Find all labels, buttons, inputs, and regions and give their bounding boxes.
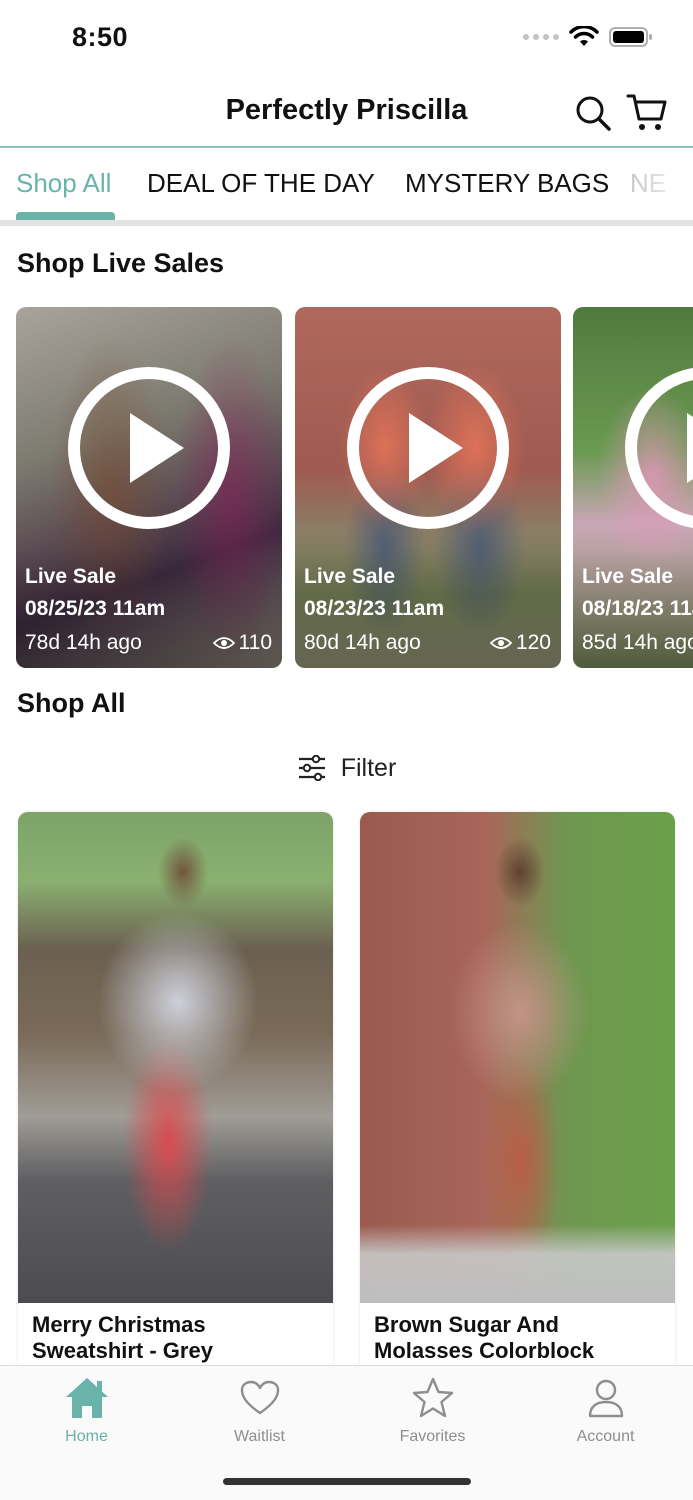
product-name[interactable]: Merry Christmas Sweatshirt - Grey [32,1312,322,1364]
play-icon[interactable] [347,367,509,529]
views-count: 110 [238,631,272,654]
filter-button[interactable]: Filter [0,748,693,788]
nav-waitlist[interactable]: Waitlist [173,1374,346,1446]
wifi-icon [569,26,599,46]
cart-button[interactable] [626,92,668,134]
live-sales-carousel[interactable]: Live Sale 08/25/23 11am 78d 14h ago 110 … [16,307,693,668]
live-sale-date: 08/23/23 11am [304,597,445,620]
battery-icon [609,27,652,47]
live-sale-label: Live Sale [304,565,396,588]
play-icon[interactable] [68,367,230,529]
status-icons [523,26,653,48]
heart-icon [240,1380,279,1415]
cart-icon [626,94,667,130]
nav-home[interactable]: Home [0,1374,173,1446]
nav-favorites-label: Favorites [399,1428,466,1445]
shop-all-title: Shop All [17,688,126,718]
cellular-signal-icon [523,34,559,40]
filter-icon [298,755,325,781]
live-sale-card[interactable]: Live Sale 08/25/23 11am 78d 14h ago 110 [16,307,282,668]
views-count: 120 [515,631,551,654]
live-sale-ago: 85d 14h ago [582,631,693,654]
live-sale-card[interactable]: Live Sale 08/18/23 11am 85d 14h ago [573,307,693,668]
product-card[interactable]: Merry Christmas Sweatshirt - Grey [18,812,333,1412]
search-icon [576,96,611,131]
nav-home-label: Home [65,1428,108,1445]
active-tab-indicator [16,212,115,220]
nav-account-label: Account [576,1428,635,1445]
nav-account[interactable]: Account [519,1374,692,1446]
status-time: 8:50 [72,22,129,52]
live-sale-ago: 80d 14h ago [304,631,421,654]
status-bar: 8:50 [0,0,693,78]
star-icon [412,1377,453,1418]
product-card[interactable]: Brown Sugar And Molasses Colorblock [360,812,675,1412]
live-sale-label: Live Sale [25,565,117,588]
live-sale-date: 08/18/23 11am [582,597,693,620]
live-sale-date: 08/25/23 11am [25,597,166,620]
live-sale-ago: 78d 14h ago [25,631,142,654]
live-sale-label: Live Sale [582,565,674,588]
tab-mystery-bags[interactable]: MYSTERY BAGS [405,168,609,199]
nav-waitlist-label: Waitlist [234,1428,285,1445]
live-sales-title: Shop Live Sales [17,248,225,278]
live-sale-views: 120 [489,631,551,655]
app-header: Perfectly Priscilla [0,78,693,148]
live-sale-views: 110 [212,631,272,655]
tab-shop-all[interactable]: Shop All [16,168,111,199]
home-icon [65,1378,108,1418]
product-name[interactable]: Brown Sugar And Molasses Colorblock [374,1312,664,1364]
eye-icon [212,637,235,649]
person-icon [588,1379,623,1418]
eye-icon [489,637,512,649]
filter-label: Filter [340,753,397,782]
category-tabs: Shop All DEAL OF THE DAY MYSTERY BAGS NE [0,150,693,226]
tab-deal-of-the-day[interactable]: DEAL OF THE DAY [147,168,375,199]
live-sale-card[interactable]: Live Sale 08/23/23 11am 80d 14h ago 120 [295,307,561,668]
tabs-fade [613,150,693,220]
search-button[interactable] [572,92,614,134]
home-indicator[interactable] [223,1478,471,1485]
nav-favorites[interactable]: Favorites [346,1374,519,1446]
